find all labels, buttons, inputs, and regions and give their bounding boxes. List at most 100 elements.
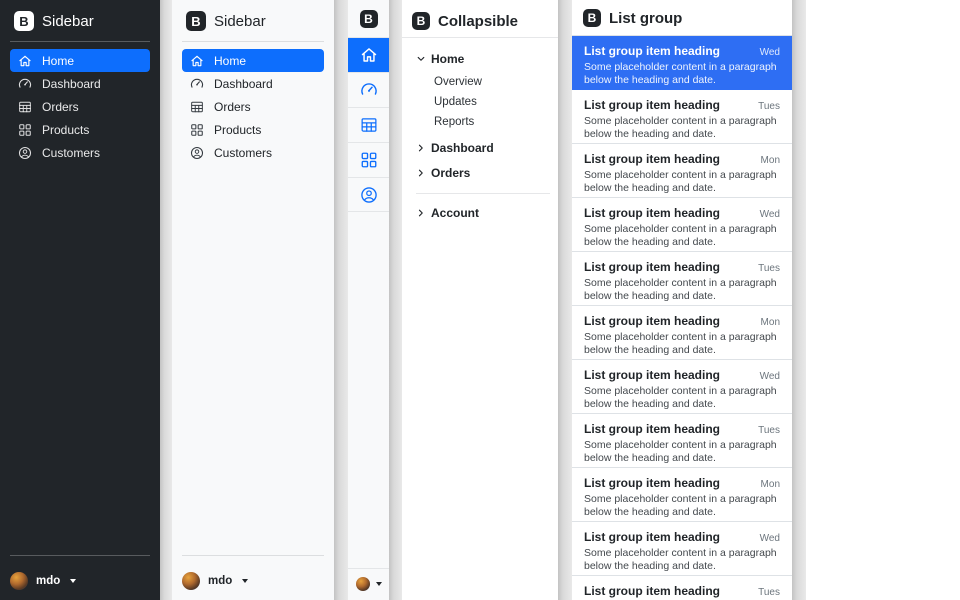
tree-item-dashboard[interactable]: Dashboard xyxy=(416,138,550,158)
caret-down-icon xyxy=(70,579,76,583)
list-item-heading: List group item heading xyxy=(584,314,720,328)
brand-list-group[interactable]: B List group xyxy=(583,9,781,27)
sidebar-icon-item-table[interactable] xyxy=(348,107,389,142)
tree-subitem-reports[interactable]: Reports xyxy=(434,112,550,132)
list-group-panel: B List group List group item headingWedS… xyxy=(572,0,792,600)
sidebar-item-products[interactable]: Products xyxy=(10,118,150,141)
table-icon xyxy=(18,100,32,114)
list-group-item[interactable]: List group item headingWedSome placehold… xyxy=(572,36,792,90)
list-item-date: Wed xyxy=(760,533,780,544)
list-item-heading: List group item heading xyxy=(584,530,720,544)
table-icon xyxy=(190,100,204,114)
chevron-right-icon xyxy=(416,168,426,178)
house-icon xyxy=(18,54,32,68)
user-dropdown[interactable]: mdo xyxy=(10,563,150,590)
list-item-body: Some placeholder content in a paragraphb… xyxy=(584,277,780,304)
list-item-header: List group item headingMon xyxy=(584,476,780,490)
tree-item-account[interactable]: Account xyxy=(416,203,550,223)
sidebar-item-customers[interactable]: Customers xyxy=(182,141,324,164)
sidebar-item-home[interactable]: Home xyxy=(10,49,150,72)
caret-down-icon xyxy=(376,582,382,586)
sidebar-icon-item-house[interactable] xyxy=(348,37,389,72)
sidebar-icon-item-grid[interactable] xyxy=(348,142,389,177)
brand-collapsible[interactable]: B Collapsible xyxy=(412,12,548,30)
sidebar-item-label: Products xyxy=(214,123,261,137)
tree-item-home[interactable]: Home xyxy=(416,49,550,69)
list-item-body: Some placeholder content in a paragraphb… xyxy=(584,169,780,196)
chevron-right-icon xyxy=(416,143,426,153)
list-group-item[interactable]: List group item headingTuesSome placehol… xyxy=(572,576,792,600)
column-divider xyxy=(334,0,348,600)
sidebar-icon-item-speedometer[interactable] xyxy=(348,72,389,107)
user-dropdown[interactable] xyxy=(348,568,389,600)
tree-item-orders[interactable]: Orders xyxy=(416,163,550,183)
tree-group: Orders xyxy=(416,163,550,183)
sidebar-item-label: Orders xyxy=(42,100,79,114)
sidebar-light: B Sidebar Home DashboardOrders Products Cus… xyxy=(172,0,334,600)
list-item-body: Some placeholder content in a paragraphb… xyxy=(584,61,780,88)
list-item-body: Some placeholder content in a paragraphb… xyxy=(584,385,780,412)
sidebar-item-label: Home xyxy=(214,54,246,68)
sidebar-item-orders[interactable]: Orders xyxy=(182,95,324,118)
brand-sidebar-dark[interactable]: B Sidebar xyxy=(10,10,150,32)
list-item-header: List group item heading Tues xyxy=(584,584,780,598)
list-group-item[interactable]: List group item headingMon Some placehold… xyxy=(572,468,792,522)
avatar xyxy=(182,572,200,590)
list-item-date: Tues xyxy=(758,587,780,598)
list-group-item[interactable]: List group item headingTuesSome placehol… xyxy=(572,252,792,306)
list-group-item[interactable]: List group item headingMon Some placehold… xyxy=(572,144,792,198)
column-divider xyxy=(792,0,806,600)
collapsible-tree: Home OverviewUpdatesReports Dashboard Order… xyxy=(402,38,558,228)
divider xyxy=(182,555,324,556)
bootstrap-logo-icon: B xyxy=(14,11,34,31)
list-group-item[interactable]: List group item headingMonSome placehold… xyxy=(572,306,792,360)
list-item-header: List group item headingMon xyxy=(584,314,780,328)
list-group-item[interactable]: List group item headingWedSome placehold… xyxy=(572,360,792,414)
list-item-date: Wed xyxy=(760,209,780,220)
list-item-heading: List group item heading xyxy=(584,422,720,436)
sidebar-item-customers[interactable]: Customers xyxy=(10,141,150,164)
list-group-item[interactable]: List group item headingTuesSome placehol… xyxy=(572,90,792,144)
list-item-header: List group item headingWed xyxy=(584,206,780,220)
tree-subitem-updates[interactable]: Updates xyxy=(434,92,550,112)
list-item-body: Some placeholder content in a paragraphb… xyxy=(584,493,780,520)
list-group-item[interactable]: List group item headingWedSome placehold… xyxy=(572,522,792,576)
tree-group: Dashboard xyxy=(416,138,550,158)
nav-list: Home DashboardOrders Products Customers xyxy=(182,49,324,164)
column-divider xyxy=(558,0,572,600)
icon-nav-list xyxy=(348,37,389,212)
sidebar-item-products[interactable]: Products xyxy=(182,118,324,141)
sidebar-item-orders[interactable]: Orders xyxy=(10,95,150,118)
sidebar-icon-item-person-circle[interactable] xyxy=(348,177,389,212)
list-item-heading: List group item heading xyxy=(584,584,720,598)
list-group-item[interactable]: List group item headingTuesSome placehol… xyxy=(572,414,792,468)
bootstrap-logo-icon: B xyxy=(583,9,601,27)
speedometer-icon xyxy=(190,77,204,91)
sidebar-item-label: Customers xyxy=(42,146,100,160)
sidebar-item-label: Customers xyxy=(214,146,272,160)
user-menu-block: mdo xyxy=(10,546,150,590)
brand-icons-only[interactable]: B xyxy=(348,0,389,37)
grid-icon xyxy=(360,151,378,169)
list-item-header: List group item headingMon xyxy=(584,152,780,166)
sidebar-item-dashboard[interactable]: Dashboard xyxy=(10,72,150,95)
sidebar-collapsible: B Collapsible Home OverviewUpdatesReports… xyxy=(402,0,558,600)
user-dropdown[interactable]: mdo xyxy=(182,563,324,590)
sidebar-item-label: Dashboard xyxy=(42,77,101,91)
list-group-item[interactable]: List group item headingWed Some placehold… xyxy=(572,198,792,252)
brand-sidebar-light[interactable]: B Sidebar xyxy=(182,10,324,32)
brand-title: Sidebar xyxy=(42,13,94,30)
list-item-header: List group item headingTues xyxy=(584,98,780,112)
divider xyxy=(182,41,324,42)
tree-subitem-overview[interactable]: Overview xyxy=(434,72,550,92)
divider xyxy=(10,555,150,556)
tree-item-label: Home xyxy=(431,52,464,66)
list-item-date: Mon xyxy=(761,479,780,490)
sidebar-item-home[interactable]: Home xyxy=(182,49,324,72)
sidebar-item-dashboard[interactable]: Dashboard xyxy=(182,72,324,95)
tree-group: Home OverviewUpdatesReports xyxy=(416,49,550,132)
list-item-header: List group item headingTues xyxy=(584,422,780,436)
list-item-body: Some placeholder content in a paragraphb… xyxy=(584,223,780,250)
nav-list: Home Dashboard Orders Products Customers xyxy=(10,49,150,164)
chevron-right-icon xyxy=(416,208,426,218)
